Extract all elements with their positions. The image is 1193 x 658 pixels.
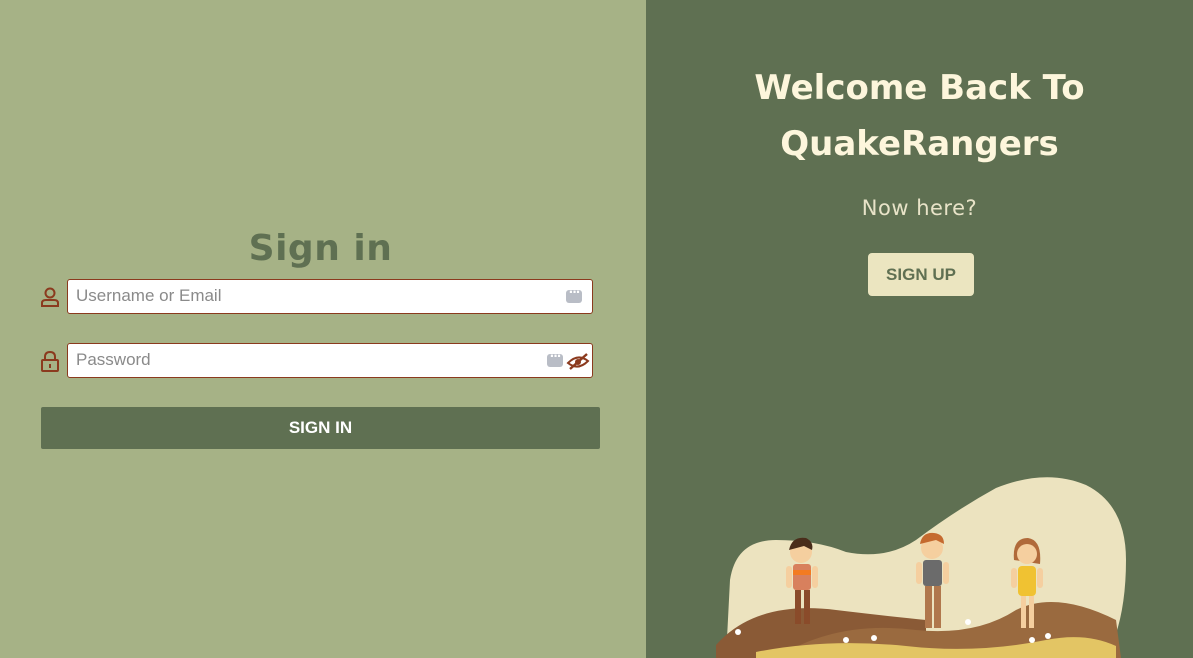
eye-slash-icon[interactable] [566,351,590,371]
children-illustration [716,477,1126,658]
signup-button[interactable]: SIGN UP [868,253,974,296]
user-icon [40,286,60,308]
signin-button[interactable]: SIGN IN [41,407,600,449]
welcome-title-line1: Welcome Back To [754,68,1085,108]
keyboard-autofill-icon[interactable] [566,285,582,303]
lock-icon [40,350,60,372]
username-field-wrapper [67,279,593,314]
signin-panel: Sign in SIGN IN [0,0,646,658]
welcome-title: Welcome Back To QuakeRangers [646,60,1193,172]
signin-title: Sign in [248,228,393,269]
welcome-panel: Welcome Back To QuakeRangers Now here? S… [646,0,1193,658]
welcome-title-line2: QuakeRangers [780,124,1059,164]
username-input[interactable] [68,280,554,312]
password-field-wrapper [67,343,593,378]
signup-prompt: Now here? [861,196,978,220]
password-input[interactable] [68,344,554,376]
keyboard-autofill-icon[interactable] [547,349,563,367]
